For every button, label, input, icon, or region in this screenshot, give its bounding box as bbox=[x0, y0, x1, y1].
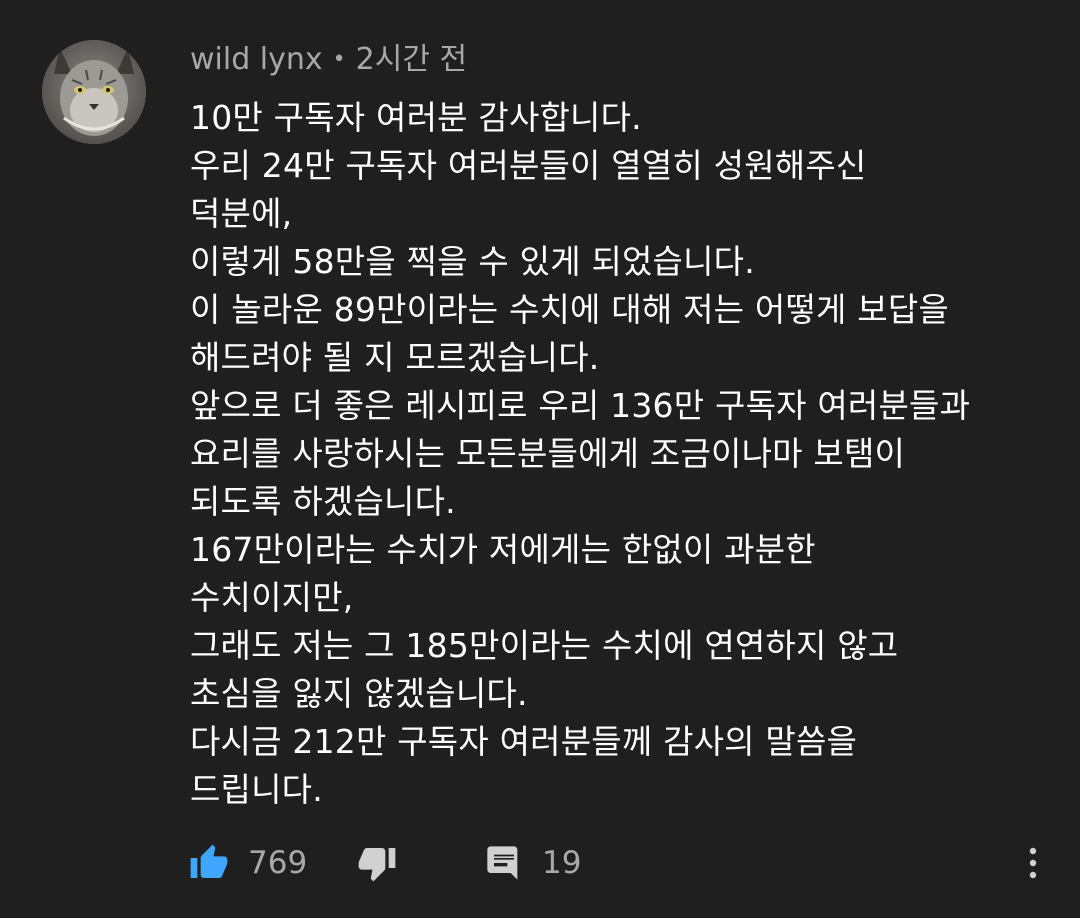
comment-line: 요리를 사랑하시는 모든분들에게 조금이나마 보탬이 bbox=[190, 434, 906, 473]
author-avatar[interactable] bbox=[42, 40, 146, 144]
comment-line: 초심을 잃지 않겠습니다. bbox=[190, 674, 528, 713]
comment-timestamp: 2시간 전 bbox=[355, 42, 468, 77]
comment-line: 드립니다. bbox=[190, 770, 323, 809]
comment-line: 167만이라는 수치가 저에게는 한없이 과분한 bbox=[190, 530, 816, 569]
like-count: 769 bbox=[248, 845, 308, 881]
meta-separator: • bbox=[332, 47, 346, 72]
thumbs-down-icon bbox=[358, 848, 396, 882]
comment-line: 수치이지만, bbox=[190, 578, 354, 617]
comment-thread: wild lynx • 2시간 전 10만 구독자 여러분 감사합니다. 우리 24… bbox=[0, 0, 1080, 918]
comment-line: 이 놀라운 89만이라는 수치에 대해 저는 어떻게 보답을 bbox=[190, 290, 949, 329]
more-options-button[interactable] bbox=[1018, 838, 1048, 888]
author-name[interactable]: wild lynx bbox=[190, 42, 323, 77]
comment-line: 그래도 저는 그 185만이라는 수치에 연연하지 않고 bbox=[190, 626, 899, 665]
comment-icon bbox=[487, 846, 518, 880]
reply-button[interactable]: 19 bbox=[484, 838, 581, 888]
like-button[interactable]: 769 bbox=[188, 838, 307, 888]
comment-line: 덕분에, bbox=[190, 194, 293, 233]
comment-line: 앞으로 더 좋은 레시피로 우리 136만 구독자 여러분들과 bbox=[190, 386, 971, 425]
comment-actions: 769 19 bbox=[0, 838, 1080, 888]
comment-line: 이렇게 58만을 찍을 수 있게 되었습니다. bbox=[190, 242, 755, 281]
reply-count: 19 bbox=[542, 845, 582, 881]
lynx-avatar-image bbox=[42, 40, 146, 144]
comment-line: 다시금 212만 구독자 여러분들께 감사의 말씀을 bbox=[190, 722, 858, 761]
comment-line: 우리 24만 구독자 여러분들이 열열히 성원해주신 bbox=[190, 146, 867, 185]
comment-body: 10만 구독자 여러분 감사합니다. 우리 24만 구독자 여러분들이 열열히 … bbox=[190, 94, 1050, 814]
more-vertical-icon bbox=[1029, 847, 1037, 879]
comment-line: 해드려야 될 지 모르겠습니다. bbox=[190, 338, 600, 377]
comment-line: 되도록 하겠습니다. bbox=[190, 482, 456, 521]
comment-meta: wild lynx • 2시간 전 bbox=[190, 40, 467, 80]
comment-line: 10만 구독자 여러분 감사합니다. bbox=[190, 98, 642, 137]
dislike-button[interactable] bbox=[356, 838, 398, 888]
thumbs-up-icon bbox=[190, 844, 228, 878]
